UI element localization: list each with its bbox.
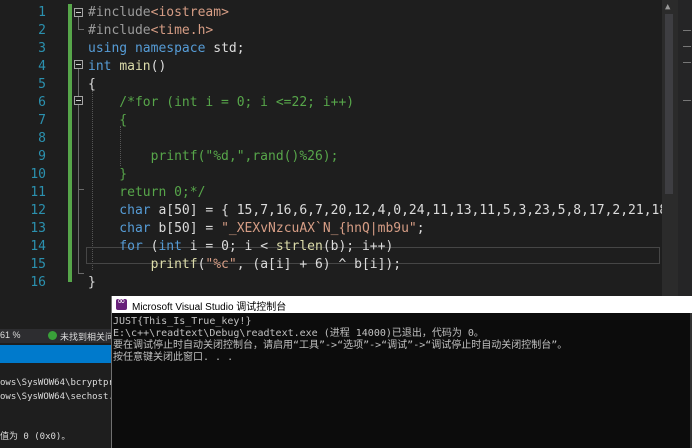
line-number: 10 (30, 167, 46, 182)
code-line[interactable]: using namespace std; (88, 40, 245, 58)
code-line[interactable]: return 0;*/ (88, 184, 205, 202)
code-token: } (88, 275, 96, 290)
console-title-bar[interactable]: Microsoft Visual Studio 调试控制台 (112, 296, 692, 313)
line-number: 12 (30, 203, 46, 218)
console-output-line: E:\c++\readtext\Debug\readtext.exe (进程 1… (113, 328, 484, 339)
code-token: return 0;*/ (88, 185, 206, 200)
code-token: <iostream> (150, 5, 229, 20)
code-token: b[50] = (150, 221, 222, 236)
code-token: char (88, 221, 151, 236)
code-line[interactable]: /*for (int i = 0; i <=22; i++) (88, 94, 354, 112)
code-line[interactable]: char a[50] = { 15,7,16,6,7,20,12,4,0,24,… (88, 202, 692, 220)
code-token: std; (205, 41, 245, 56)
editor-status-row: 61 % 未找到相关问题 (0, 329, 123, 343)
line-number: 6 (38, 95, 46, 110)
code-line[interactable]: for (int i = 0; i < strlen(b); i++) (88, 238, 393, 256)
code-editor[interactable]: 1 2 3 4 5 6 7 8 9 10 11 12 13 14 15 16 #include<iostrea… (0, 0, 692, 296)
code-token: "%c" (205, 257, 237, 272)
line-number-gutter: 1 2 3 4 5 6 7 8 9 10 11 12 13 14 15 16 (0, 0, 58, 296)
line-number: 16 (30, 275, 46, 290)
code-token: } (88, 167, 128, 182)
side-panel-edge (678, 0, 692, 296)
code-line[interactable]: char b[50] = "_XEXvNzcuAX`N_{hnQ|mb9u"; (88, 220, 425, 238)
scroll-up-icon[interactable]: ▲ (665, 2, 670, 12)
fold-guide-end (78, 29, 84, 30)
console-output-line: JUST{This_Is_True_key!} (113, 316, 252, 327)
fold-guide-end (78, 273, 84, 274)
code-token: "_XEXvNzcuAX`N_{hnQ|mb9u" (221, 221, 417, 236)
line-number: 7 (38, 113, 46, 128)
scrollbar-thumb[interactable] (665, 14, 673, 194)
debug-console-window[interactable]: Microsoft Visual Studio 调试控制台 JUST{This_… (111, 296, 692, 448)
line-number: 14 (30, 239, 46, 254)
code-token: ; (416, 221, 425, 236)
code-token: printf (88, 257, 198, 272)
panel-marker (683, 100, 691, 101)
code-line[interactable]: printf("%d,",rand()%26); (88, 148, 339, 166)
code-token: printf("%d,",rand()%26); (88, 149, 339, 164)
code-token: (b); i++) (322, 239, 394, 254)
code-token: namespace (134, 41, 206, 56)
output-pane[interactable]: ows\SysWOW64\bcryptprimitives.dll ows\Sy… (0, 363, 179, 448)
console-output-line: 要在调试停止时自动关闭控制台，请启用“工具”->“选项”->“调试”->“调试停… (113, 340, 568, 351)
line-number: 8 (38, 131, 46, 146)
code-token: () (150, 59, 167, 74)
code-line[interactable]: int main() (88, 58, 166, 76)
code-line[interactable]: printf("%c", (a[i] + 6) ^ b[i]); (88, 256, 401, 274)
code-token: for (88, 239, 143, 254)
console-title: Microsoft Visual Studio 调试控制台 (132, 302, 287, 313)
line-number: 1 (38, 5, 46, 20)
line-number: 11 (30, 185, 46, 200)
line-number: 15 (30, 257, 46, 272)
code-token: #include (88, 5, 151, 20)
code-token: #include (88, 23, 151, 38)
code-token: <time.h> (150, 23, 214, 38)
line-number: 3 (38, 41, 46, 56)
fold-guide-end (78, 189, 84, 190)
line-number: 4 (38, 59, 46, 74)
code-token: strlen (275, 239, 323, 254)
line-number: 2 (38, 23, 46, 38)
change-tracking-bar (68, 4, 72, 282)
fold-guide-line (78, 17, 79, 29)
panel-marker (683, 62, 691, 63)
fold-guide-line (78, 105, 79, 189)
code-line[interactable]: } (88, 166, 127, 184)
code-token: using (88, 41, 128, 56)
output-panel-header[interactable] (0, 345, 112, 363)
console-output-line: 按任意键关闭此窗口. . . (113, 352, 234, 363)
fold-collapse-icon[interactable] (74, 96, 83, 105)
code-line[interactable]: { (88, 112, 127, 130)
code-token: char (88, 203, 151, 218)
code-token: /*for (int i = 0; i <=22; i++) (88, 95, 355, 110)
line-number: 13 (30, 221, 46, 236)
fold-collapse-icon[interactable] (74, 8, 83, 17)
code-token: int (88, 59, 112, 74)
visual-studio-icon (116, 296, 127, 310)
code-line[interactable]: } (88, 274, 96, 292)
output-line: 值为 0 (0x0)。 (0, 432, 71, 442)
code-token: i = 0; i < (181, 239, 276, 254)
code-token: ( (142, 239, 159, 254)
code-token: { (88, 77, 96, 92)
code-token: { (88, 113, 128, 128)
panel-marker (683, 30, 691, 31)
line-number: 9 (38, 149, 46, 164)
fold-collapse-icon[interactable] (74, 60, 83, 69)
code-line[interactable]: { (88, 76, 96, 94)
zoom-level[interactable]: 61 % (0, 330, 21, 340)
check-icon (48, 331, 57, 340)
code-token: int (158, 239, 182, 254)
code-token: , (a[i] + 6) ^ b[i]); (236, 257, 402, 272)
code-token: a[50] = { 15,7,16,6,7,20,12,4,0,24,11,13… (150, 203, 692, 218)
panel-marker (683, 46, 691, 47)
code-line[interactable]: #include<iostream> (88, 4, 229, 22)
code-token: main (119, 59, 151, 74)
code-line[interactable]: #include<time.h> (88, 22, 213, 40)
line-number: 5 (38, 77, 46, 92)
